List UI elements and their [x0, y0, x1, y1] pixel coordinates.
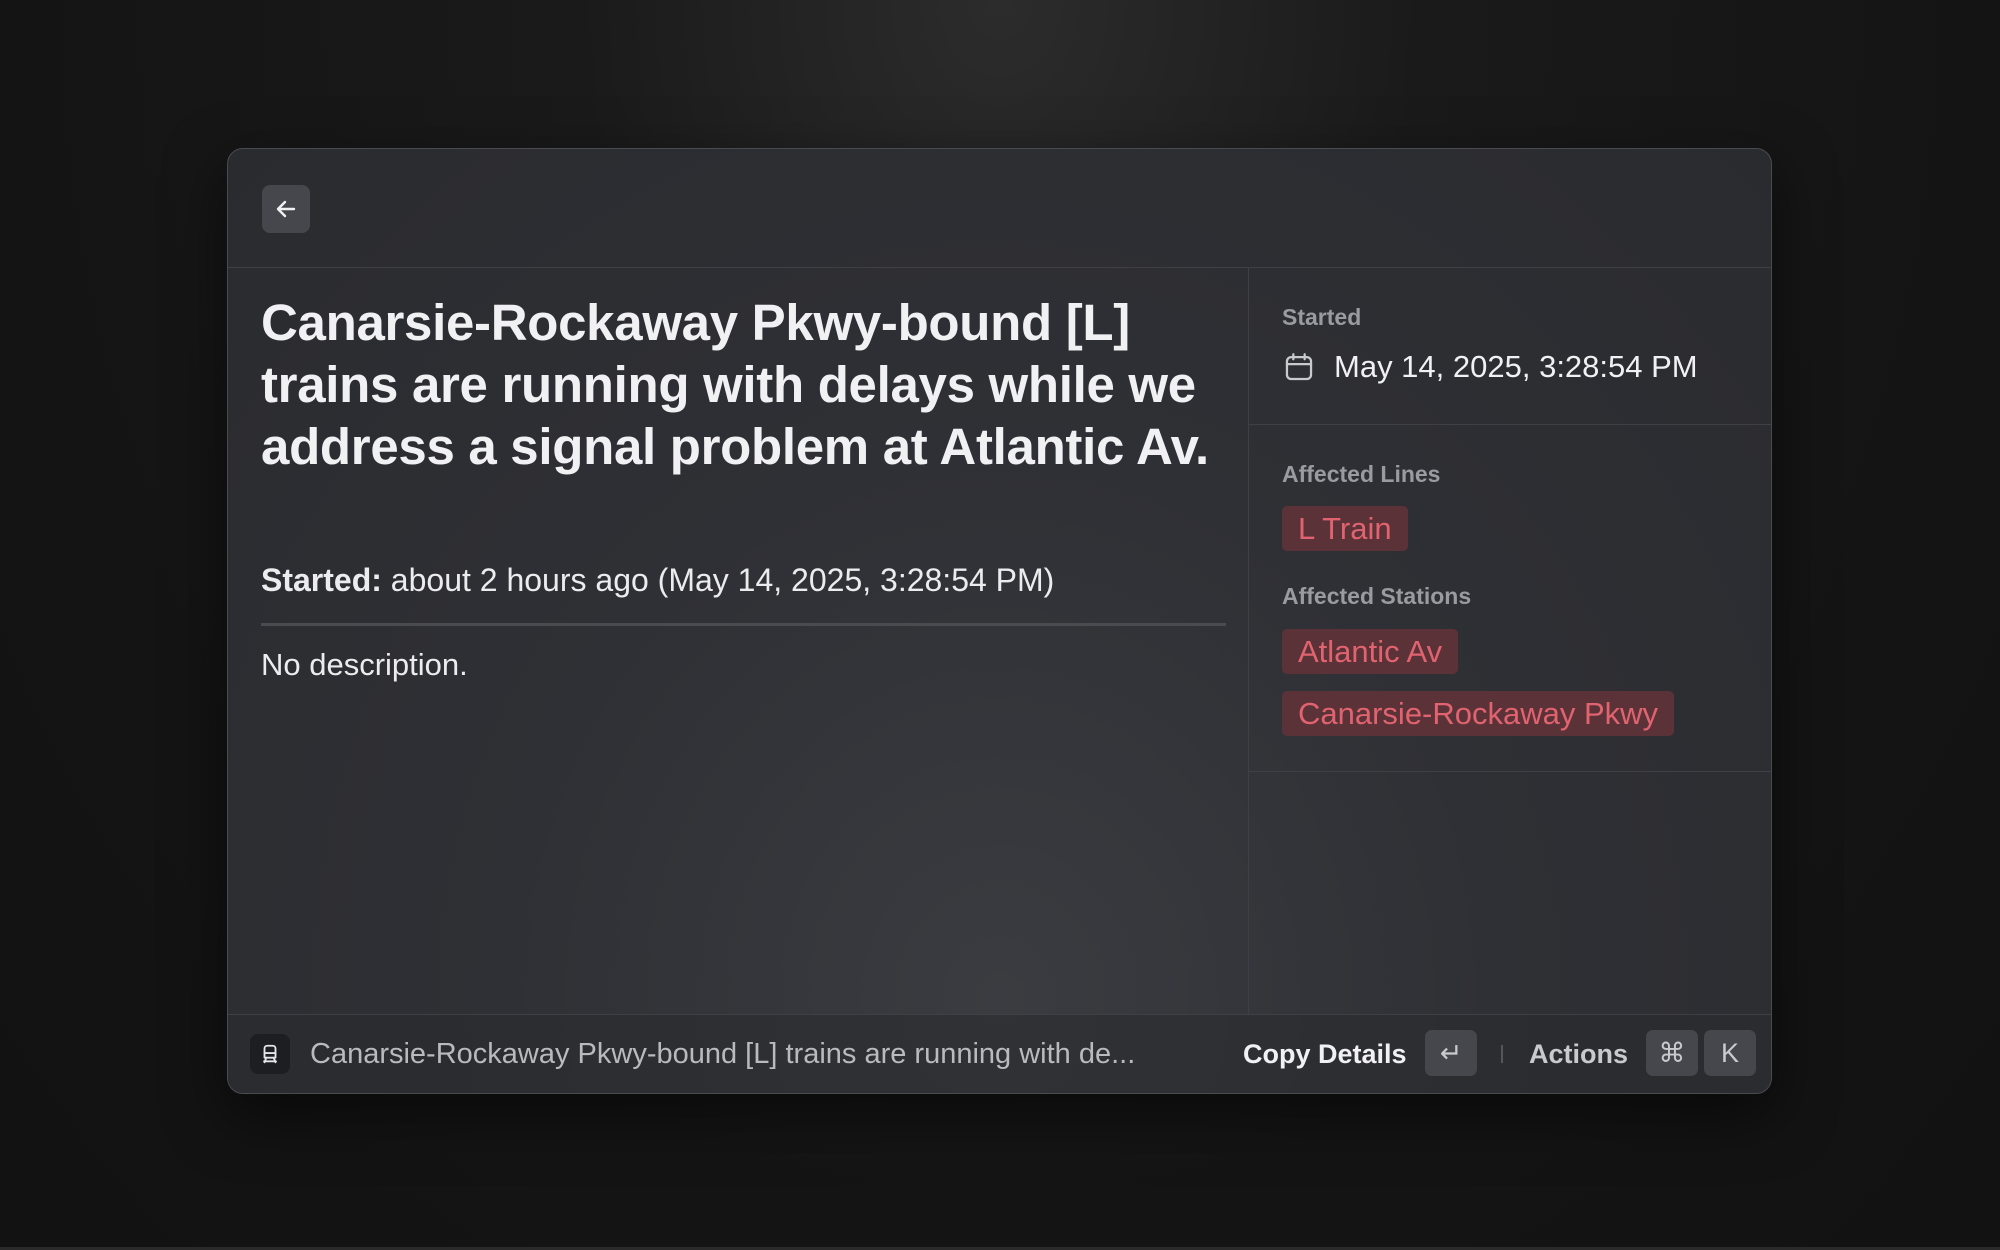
- enter-key-label: ↵: [1439, 1037, 1463, 1069]
- actions-button[interactable]: Actions: [1529, 1036, 1628, 1072]
- cmd-key-label: ⌘: [1658, 1037, 1686, 1069]
- k-key-label: K: [1720, 1037, 1739, 1068]
- tag-canarsie-rockaway-pkwy: Canarsie-Rockaway Pkwy: [1282, 691, 1675, 736]
- divider: [261, 623, 1226, 626]
- top-bar: [228, 149, 1771, 268]
- back-button[interactable]: [262, 185, 310, 233]
- k-key: K: [1704, 1030, 1756, 1076]
- tag-l-train: L Train: [1282, 506, 1408, 551]
- calendar-icon: [1285, 353, 1313, 381]
- action-bar: Canarsie-Rockaway Pkwy-bound [L] trains …: [228, 1014, 1771, 1093]
- footer-title: Canarsie-Rockaway Pkwy-bound [L] trains …: [310, 1038, 1136, 1070]
- metadata-affected-section: Affected Lines L Train Affected Stations…: [1249, 425, 1771, 772]
- return-key-icon: ↵: [1425, 1030, 1477, 1076]
- copy-details-button[interactable]: Copy Details: [1243, 1036, 1407, 1072]
- metadata-started-value: May 14, 2025, 3:28:54 PM: [1334, 349, 1698, 384]
- started-value: about 2 hours ago (May 14, 2025, 3:28:54…: [381, 562, 1055, 598]
- metadata-started-section: Started May 14, 2025, 3:28:54 PM: [1249, 268, 1771, 425]
- started-line: Started: about 2 hours ago (May 14, 2025…: [261, 560, 1054, 600]
- alert-title: Canarsie-Rockaway Pkwy-bound [L] trains …: [261, 294, 1209, 475]
- affected-stations-label: Affected Stations: [1282, 583, 1472, 609]
- tag-atlantic-av: Atlantic Av: [1282, 629, 1459, 674]
- extension-window: Canarsie-Rockaway Pkwy-bound [L] trains …: [227, 148, 1772, 1094]
- command-key-icon: ⌘: [1646, 1030, 1698, 1076]
- description: No description.: [261, 647, 468, 682]
- arrow-left-icon: [276, 200, 296, 218]
- started-label: Started:: [261, 562, 382, 598]
- metadata-started-label: Started: [1282, 304, 1362, 330]
- affected-lines-label: Affected Lines: [1282, 461, 1441, 487]
- detail-panel: Canarsie-Rockaway Pkwy-bound [L] trains …: [228, 268, 1249, 1017]
- separator: [1501, 1045, 1503, 1063]
- metadata-started-row: May 14, 2025, 3:28:54 PM: [1282, 349, 1698, 385]
- metadata-sidebar: Started May 14, 2025, 3:28:54 PM Affecte…: [1249, 268, 1771, 1017]
- train-icon: [250, 1034, 290, 1074]
